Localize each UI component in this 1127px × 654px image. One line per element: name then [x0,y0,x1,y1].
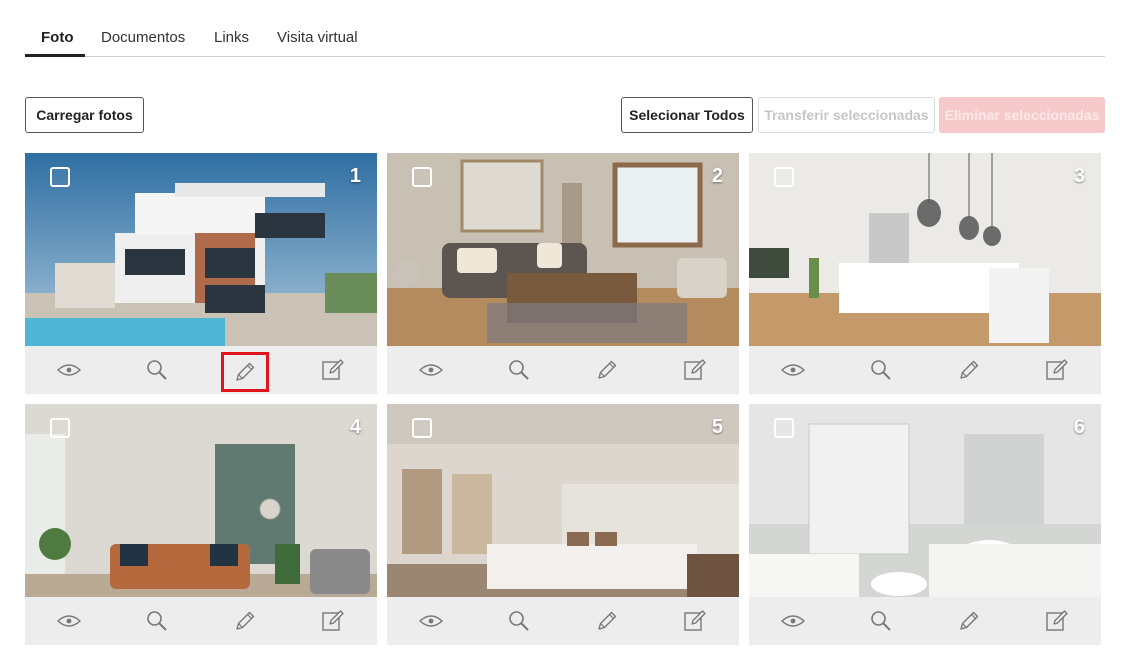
photo-thumbnail[interactable] [25,153,377,346]
pencil-icon[interactable] [585,603,629,639]
photo-number: 2 [711,165,723,187]
zoom-icon[interactable] [497,603,541,639]
photo-action-bar [25,346,377,394]
view-icon[interactable] [409,352,453,388]
active-tab-indicator [25,54,85,57]
zoom-icon[interactable] [135,352,179,388]
photo-select-checkbox[interactable] [50,167,70,187]
photo-card: 1 [25,153,377,394]
photo-thumbnail[interactable] [387,153,739,346]
pencil-icon[interactable] [947,352,991,388]
pencil-icon[interactable] [585,352,629,388]
photo-thumbnail[interactable] [749,404,1101,597]
photo-number: 3 [1073,165,1085,187]
pencil-icon[interactable] [947,603,991,639]
pencil-icon[interactable] [221,352,269,392]
view-icon[interactable] [409,603,453,639]
photo-thumbnail[interactable] [749,153,1101,346]
edit-note-icon[interactable] [311,352,355,388]
photo-thumbnail[interactable] [25,404,377,597]
delete-selected-button[interactable]: Eliminar seleccionadas [939,97,1105,133]
photo-number: 6 [1073,416,1085,438]
edit-note-icon[interactable] [1035,603,1079,639]
photo-select-checkbox[interactable] [50,418,70,438]
edit-note-icon[interactable] [673,603,717,639]
photo-thumbnail[interactable] [387,404,739,597]
photo-select-checkbox[interactable] [774,418,794,438]
photo-card: 3 [749,153,1101,394]
view-icon[interactable] [47,603,91,639]
view-icon[interactable] [771,603,815,639]
tab-links[interactable]: Links [214,29,249,58]
tab-bar: Foto Documentos Links Visita virtual [25,0,1105,57]
photo-card: 5 [387,404,739,645]
photo-card: 2 [387,153,739,394]
photo-card: 6 [749,404,1101,645]
photo-select-checkbox[interactable] [774,167,794,187]
photo-number: 5 [711,416,723,438]
zoom-icon[interactable] [497,352,541,388]
zoom-icon[interactable] [859,352,903,388]
photo-action-bar [25,597,377,645]
zoom-icon[interactable] [135,603,179,639]
select-all-button[interactable]: Selecionar Todos [621,97,753,133]
photo-action-bar [749,597,1101,645]
photo-select-checkbox[interactable] [412,167,432,187]
edit-note-icon[interactable] [311,603,355,639]
photo-select-checkbox[interactable] [412,418,432,438]
transfer-selected-button[interactable]: Transferir seleccionadas [758,97,935,133]
tab-visita-virtual[interactable]: Visita virtual [277,29,358,58]
photo-action-bar [387,597,739,645]
pencil-icon[interactable] [223,603,267,639]
photo-action-bar [387,346,739,394]
photo-number: 4 [349,416,361,438]
edit-note-icon[interactable] [1035,352,1079,388]
view-icon[interactable] [771,352,815,388]
zoom-icon[interactable] [859,603,903,639]
photo-card: 4 [25,404,377,645]
photo-number: 1 [349,165,361,187]
view-icon[interactable] [47,352,91,388]
edit-note-icon[interactable] [673,352,717,388]
upload-photos-button[interactable]: Carregar fotos [25,97,144,133]
photo-action-bar [749,346,1101,394]
tab-documentos[interactable]: Documentos [101,29,185,58]
